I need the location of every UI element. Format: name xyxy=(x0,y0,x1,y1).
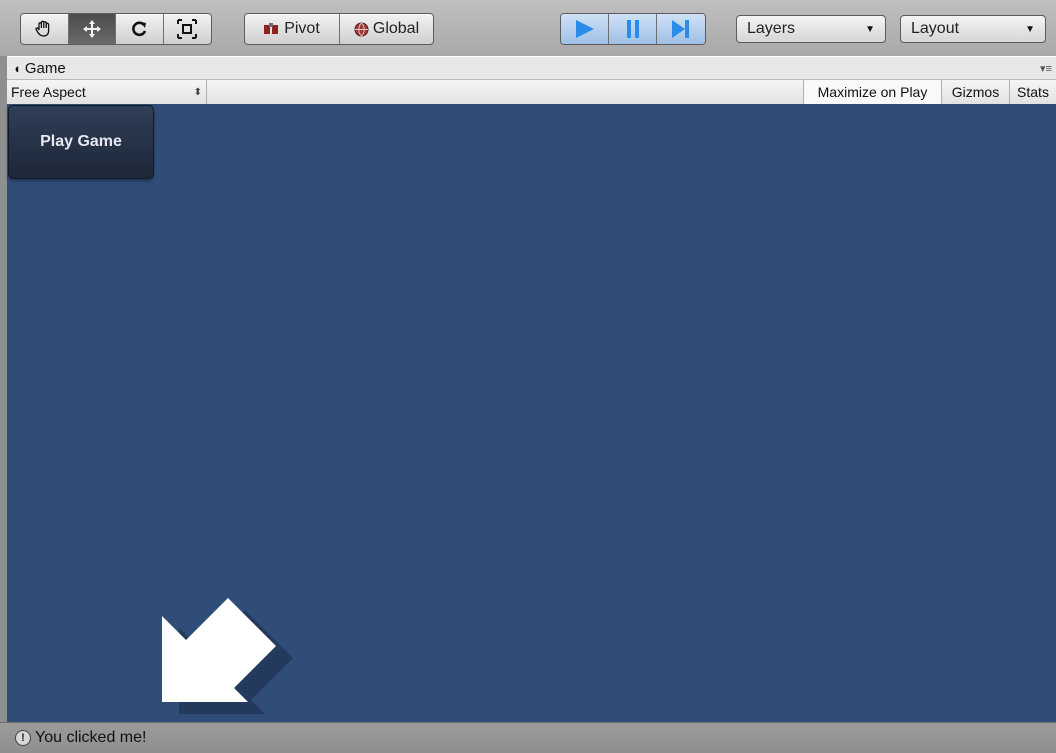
gizmos-label: Gizmos xyxy=(951,84,1000,100)
panel-menu-icon[interactable]: ▾≡ xyxy=(1040,62,1052,75)
play-icon xyxy=(575,20,594,38)
info-icon: ! xyxy=(15,730,31,746)
scale-tool-button[interactable] xyxy=(164,14,212,44)
layers-label: Layers xyxy=(747,20,796,37)
layout-label: Layout xyxy=(911,20,960,37)
unity-editor-window: Pivot Global Layers ▼ Layout ▼ ◖ Game ▾≡… xyxy=(0,0,1056,753)
maximize-label: Maximize on Play xyxy=(817,84,928,100)
hand-tool-button[interactable] xyxy=(21,14,69,44)
status-bar: ! You clicked me! xyxy=(0,722,1056,753)
globe-icon xyxy=(354,22,369,37)
game-tab-label: Game xyxy=(24,59,66,77)
aspect-ratio-dropdown[interactable]: Free Aspect ⬍ xyxy=(7,80,207,104)
game-view-toolbar: Free Aspect ⬍ Maximize on Play Gizmos St… xyxy=(7,79,1056,105)
global-toggle[interactable]: Global xyxy=(340,14,433,44)
stats-toggle[interactable]: Stats xyxy=(1009,80,1056,104)
pivot-label: Pivot xyxy=(284,20,320,37)
move-icon xyxy=(82,20,101,38)
play-button[interactable] xyxy=(561,14,609,44)
move-tool-button[interactable] xyxy=(68,14,116,44)
chevron-down-icon: ▼ xyxy=(1025,23,1035,35)
game-panel-tab[interactable]: ◖ Game ▾≡ xyxy=(7,56,1056,79)
global-label: Global xyxy=(372,20,420,37)
rotate-tool-button[interactable] xyxy=(116,14,164,44)
maximize-on-play-toggle[interactable]: Maximize on Play xyxy=(803,80,941,104)
play-game-label: Play Game xyxy=(40,133,122,150)
gizmos-toggle[interactable]: Gizmos xyxy=(941,80,1009,104)
status-message[interactable]: You clicked me! xyxy=(35,729,146,747)
playback-controls xyxy=(560,13,706,45)
chevron-down-icon: ▼ xyxy=(865,23,875,35)
layout-dropdown[interactable]: Layout ▼ xyxy=(900,15,1046,43)
hand-icon xyxy=(35,20,50,37)
step-button[interactable] xyxy=(657,14,705,44)
scale-icon xyxy=(177,19,198,39)
game-tab-icon: ◖ xyxy=(13,60,21,76)
updown-arrows-icon: ⬍ xyxy=(193,86,202,98)
layers-dropdown[interactable]: Layers ▼ xyxy=(736,15,886,43)
pause-button[interactable] xyxy=(609,14,657,44)
handle-mode-toggles: Pivot Global xyxy=(244,13,434,45)
window-edge xyxy=(0,56,7,722)
pivot-icon xyxy=(264,23,279,34)
pivot-toggle[interactable]: Pivot xyxy=(245,14,340,44)
rotate-icon xyxy=(132,21,147,37)
step-icon xyxy=(672,20,689,38)
pause-icon xyxy=(626,20,639,38)
play-game-button[interactable]: Play Game xyxy=(8,105,154,179)
arrow-down-left-icon xyxy=(162,598,293,714)
main-toolbar: Pivot Global Layers ▼ Layout ▼ xyxy=(0,0,1056,57)
aspect-label: Free Aspect xyxy=(11,84,86,100)
stats-label: Stats xyxy=(1017,84,1049,100)
transform-tools xyxy=(20,13,212,45)
